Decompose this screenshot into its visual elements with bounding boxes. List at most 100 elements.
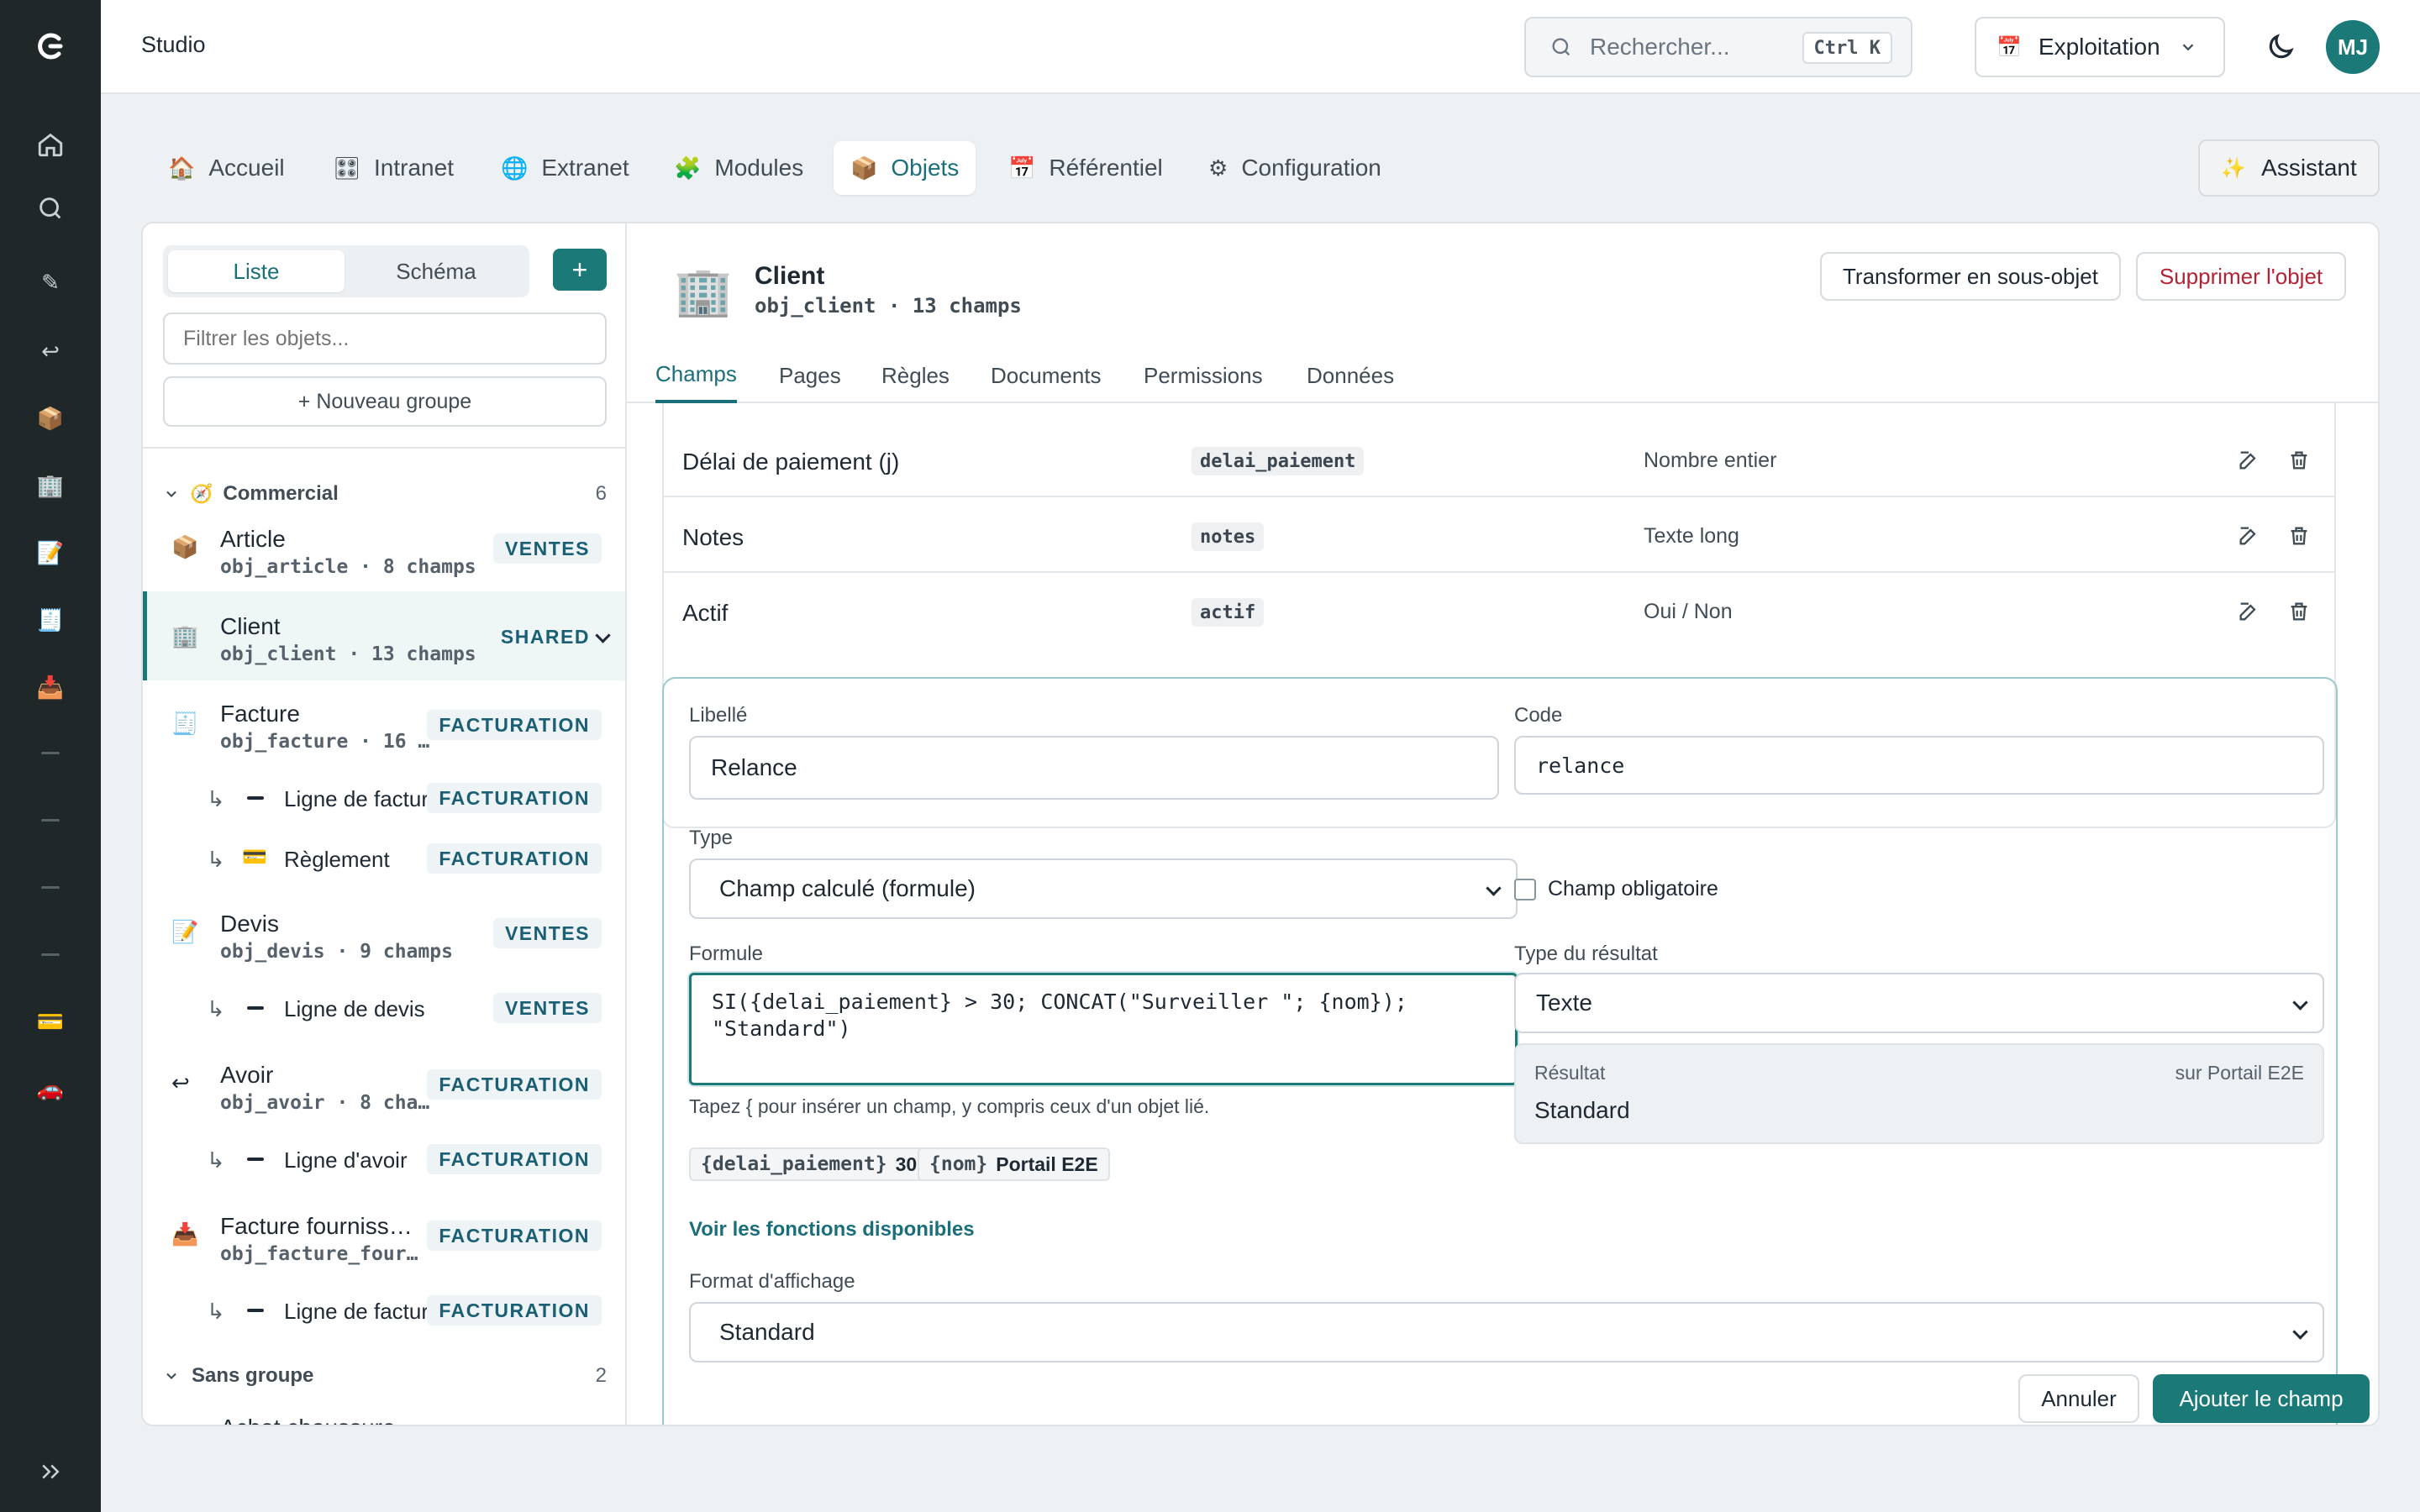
- delete-object-button[interactable]: Supprimer l'objet: [2136, 252, 2346, 301]
- filter-objects-input[interactable]: [163, 312, 607, 365]
- tab-label: Extranet: [541, 155, 629, 181]
- result-type-value: Texte: [1536, 990, 1592, 1016]
- globe-icon: 🌐: [501, 155, 529, 181]
- home-icon[interactable]: [0, 119, 101, 170]
- add-field-button[interactable]: Ajouter le champ: [2153, 1374, 2370, 1423]
- field-label: Notes: [682, 524, 744, 550]
- result-type-select[interactable]: Texte: [1514, 973, 2324, 1033]
- tab-donnees[interactable]: Données: [1306, 348, 1395, 403]
- object-meta: obj_facture · 16 champs: [220, 731, 430, 753]
- tab-label: Référentiel: [1049, 155, 1163, 181]
- list-item-client[interactable]: 🏢 Client obj_client · 13 champs SHARED: [143, 591, 625, 680]
- tab-modules[interactable]: 🧩 Modules: [657, 141, 820, 195]
- tab-pages[interactable]: Pages: [778, 348, 842, 403]
- list-item-ligne-de-facture-fournisseur[interactable]: ↳ Ligne de facture FACTURATION: [143, 1280, 625, 1341]
- group-header-sans-groupe[interactable]: Sans groupe 2: [163, 1359, 607, 1393]
- trash-icon[interactable]: [2287, 449, 2311, 472]
- inbox-icon[interactable]: 📥: [0, 662, 101, 712]
- tab-documents[interactable]: Documents: [990, 348, 1102, 403]
- object-meta: obj_client · 13 champs: [220, 643, 476, 665]
- tab-extranet[interactable]: 🌐 Extranet: [484, 141, 646, 195]
- trash-icon[interactable]: [2287, 524, 2311, 548]
- pen-icon[interactable]: ✎: [0, 257, 101, 307]
- required-checkbox[interactable]: [1514, 879, 1536, 900]
- tab-objets[interactable]: 📦 Objets: [834, 141, 976, 195]
- box-icon: 📦: [850, 155, 878, 181]
- new-field-form: Libellé Relance Code relance Type Champ …: [662, 677, 2370, 1425]
- app-title: Studio: [141, 32, 206, 57]
- field-type: Oui / Non: [1644, 600, 1733, 623]
- add-object-button[interactable]: +: [553, 249, 607, 291]
- tab-champs[interactable]: Champs: [655, 348, 737, 403]
- trash-icon[interactable]: [2287, 600, 2311, 623]
- result-type-label: Type du résultat: [1514, 942, 1658, 965]
- separator: [0, 929, 101, 979]
- list-item-devis[interactable]: 📝 Devis obj_devis · 9 champs VENTES: [143, 889, 625, 978]
- theme-toggle-moon-icon[interactable]: [2259, 25, 2302, 69]
- group-count: 2: [595, 1364, 607, 1387]
- chip-value: Portail E2E: [996, 1152, 1098, 1175]
- expand-icon[interactable]: [0, 1446, 101, 1497]
- car-icon[interactable]: 🚗: [0, 1063, 101, 1114]
- formula-textarea[interactable]: SI({delai_paiement} > 30; CONCAT("Survei…: [689, 973, 1518, 1085]
- tab-intranet[interactable]: 🎛 Intranet: [316, 141, 471, 195]
- list-item-facture[interactable]: 🧾 Facture obj_facture · 16 champs FACTUR…: [143, 680, 625, 768]
- avatar[interactable]: MJ: [2326, 20, 2380, 74]
- view-tab-schema[interactable]: Schéma: [348, 250, 524, 292]
- tab-permissions[interactable]: Permissions: [1143, 348, 1264, 403]
- object-name: Devis: [220, 911, 280, 937]
- list-item-ligne-de-facture[interactable]: ↳ Ligne de facture FACTURATION: [143, 768, 625, 828]
- list-item-ligne-davoir[interactable]: ↳ Ligne d'avoir FACTURATION: [143, 1129, 625, 1189]
- object-badge: VENTES: [492, 993, 602, 1023]
- edit-icon[interactable]: [2237, 449, 2260, 472]
- label-label: Libellé: [689, 704, 748, 727]
- sparkles-icon: ✨: [2221, 156, 2247, 180]
- environment-select[interactable]: 📅 Exploitation: [1975, 17, 2225, 77]
- transform-button[interactable]: Transformer en sous-objet: [1820, 252, 2121, 301]
- edit-icon[interactable]: [2237, 600, 2260, 623]
- edit-icon[interactable]: [2237, 524, 2260, 548]
- inbox-icon: 📥: [171, 1221, 199, 1247]
- display-format-select[interactable]: Standard: [689, 1302, 2324, 1362]
- view-tab-liste[interactable]: Liste: [168, 250, 345, 292]
- search-icon[interactable]: [0, 183, 101, 234]
- object-name: Article: [220, 526, 286, 552]
- label-input[interactable]: Relance: [689, 736, 1499, 800]
- variable-chip[interactable]: {delai_paiement} 30: [689, 1147, 929, 1181]
- table-row: Notes notes Texte long: [662, 497, 2336, 573]
- list-item-facture-fournisseur[interactable]: 📥 Facture fournisseur obj_facture_fourni…: [143, 1189, 625, 1280]
- formula-hint: Tapez { pour insérer un champ, y compris…: [689, 1095, 1210, 1117]
- functions-link[interactable]: Voir les fonctions disponibles: [689, 1218, 975, 1242]
- tab-label: Accueil: [208, 155, 285, 181]
- object-name: Ligne de facture: [284, 1299, 441, 1324]
- list-item-ligne-de-devis[interactable]: ↳ Ligne de devis VENTES: [143, 978, 625, 1038]
- cancel-button[interactable]: Annuler: [2018, 1374, 2139, 1423]
- assistant-button[interactable]: ✨ Assistant: [2198, 139, 2380, 197]
- object-name: Ligne d'avoir: [284, 1147, 408, 1173]
- box-icon[interactable]: 📦: [0, 393, 101, 444]
- tab-referentiel[interactable]: 📅 Référentiel: [992, 141, 1180, 195]
- variable-chip[interactable]: {nom} Portail E2E: [918, 1147, 1110, 1181]
- object-name: Ligne de facture: [284, 786, 441, 811]
- new-group-button[interactable]: + Nouveau groupe: [163, 376, 607, 427]
- list-item-partial[interactable]: Achat chaussure: [220, 1415, 396, 1425]
- list-item-article[interactable]: 📦 Article obj_article · 8 champs VENTES: [143, 506, 625, 591]
- code-input[interactable]: relance: [1514, 736, 2324, 795]
- tab-regles[interactable]: Règles: [881, 348, 950, 403]
- global-search[interactable]: Rechercher... Ctrl K: [1524, 17, 1912, 77]
- tab-configuration[interactable]: ⚙ Configuration: [1192, 141, 1398, 195]
- code-label: Code: [1514, 704, 1563, 727]
- list-item-reglement[interactable]: ↳ 💳 Règlement FACTURATION: [143, 828, 625, 889]
- object-badge: FACTURATION: [427, 783, 602, 813]
- card-icon[interactable]: 💳: [0, 996, 101, 1047]
- list-item-avoir[interactable]: ↩ Avoir obj_avoir · 8 champs FACTURATION: [143, 1038, 625, 1129]
- app-logo-icon[interactable]: [0, 0, 101, 92]
- formula-label: Formule: [689, 942, 764, 965]
- memo-icon[interactable]: 📝: [0, 528, 101, 578]
- building-icon[interactable]: 🏢: [0, 460, 101, 511]
- tab-accueil[interactable]: 🏠 Accueil: [151, 141, 302, 195]
- receipt-icon[interactable]: 🧾: [0, 595, 101, 645]
- type-select[interactable]: Champ calculé (formule): [689, 858, 1518, 919]
- return-icon[interactable]: ↩: [0, 326, 101, 376]
- assistant-label: Assistant: [2261, 155, 2357, 181]
